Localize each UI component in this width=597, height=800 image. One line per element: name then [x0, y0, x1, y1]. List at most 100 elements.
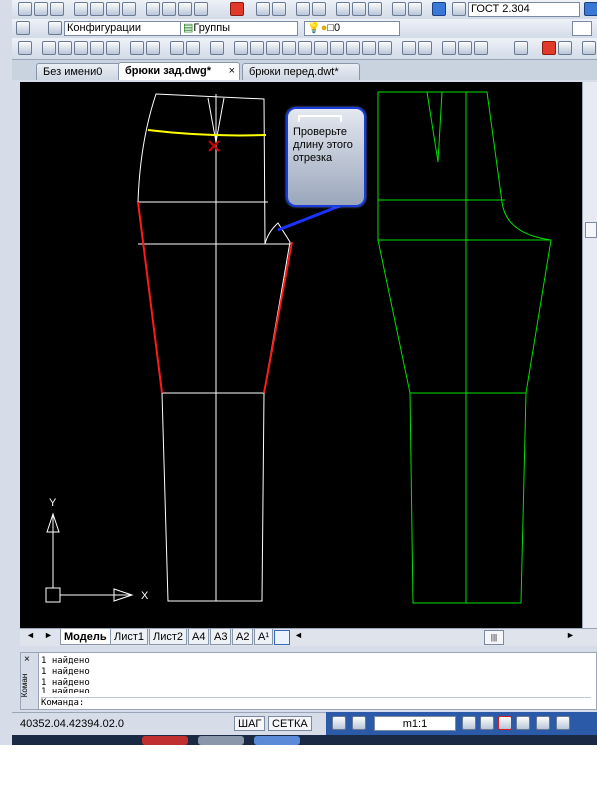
- zoom-previous-icon[interactable]: [352, 2, 366, 16]
- tolerance-icon[interactable]: [210, 41, 224, 55]
- text-style-dropdown[interactable]: ГОСТ 2.304: [468, 2, 580, 17]
- polyline-icon[interactable]: [266, 41, 280, 55]
- annotation-scale-dropdown[interactable]: m1:1: [374, 716, 456, 731]
- open-file-icon[interactable]: [34, 2, 48, 16]
- grid-toggle-button[interactable]: СЕТКА: [268, 716, 312, 731]
- tab-bez-imeni[interactable]: Без имени0: [36, 63, 128, 80]
- zoom-window-status-icon[interactable]: [498, 716, 512, 730]
- pan-icon[interactable]: [296, 2, 310, 16]
- rectangle-icon[interactable]: [298, 41, 312, 55]
- taskbar-app-button[interactable]: [254, 736, 300, 745]
- paste-icon[interactable]: [178, 2, 192, 16]
- layout-prev-icon[interactable]: ◄: [26, 630, 35, 640]
- layout-list-icon[interactable]: [274, 630, 290, 645]
- annotation-visibility-icon[interactable]: [462, 716, 476, 730]
- model-space-icon[interactable]: [332, 716, 346, 730]
- tab-label: Модель: [64, 631, 107, 643]
- hscroll-right-icon[interactable]: ►: [566, 630, 575, 640]
- groups-dropdown[interactable]: ▤Группы: [180, 21, 298, 36]
- refresh-icon[interactable]: [536, 716, 550, 730]
- linear-dimension-icon[interactable]: [42, 41, 56, 55]
- layer-dropdown[interactable]: 💡●□0: [304, 21, 400, 36]
- taskbar-app-button[interactable]: [142, 736, 188, 745]
- ellipse-icon[interactable]: [378, 41, 392, 55]
- copy-object-icon[interactable]: [558, 41, 572, 55]
- spline-icon[interactable]: [362, 41, 376, 55]
- layout-next-icon[interactable]: ►: [44, 630, 53, 640]
- zoom-window-icon[interactable]: [336, 2, 350, 16]
- hscroll-left-icon[interactable]: ◄: [294, 630, 303, 640]
- radius-icon[interactable]: [106, 41, 120, 55]
- tab-model[interactable]: Модель: [60, 629, 111, 645]
- hatch-icon[interactable]: [458, 41, 472, 55]
- tab-bryuki-zad[interactable]: брюки зад.dwg* ×: [118, 62, 240, 80]
- polygon-icon[interactable]: [282, 41, 296, 55]
- dimension-style-icon[interactable]: [584, 2, 597, 16]
- save-icon[interactable]: [50, 2, 64, 16]
- print-icon[interactable]: [74, 2, 88, 16]
- viewport-icon[interactable]: [352, 716, 366, 730]
- cut-icon[interactable]: [146, 2, 160, 16]
- undo-icon[interactable]: [256, 2, 270, 16]
- tab-list1[interactable]: Лист1: [110, 629, 149, 645]
- angular-icon[interactable]: [130, 41, 144, 55]
- region-icon[interactable]: [514, 41, 528, 55]
- mirror-icon[interactable]: [582, 41, 596, 55]
- zoom-extents-icon[interactable]: [368, 2, 382, 16]
- command-prompt-input[interactable]: Команда:: [41, 697, 591, 708]
- text-style-icon[interactable]: [452, 2, 466, 16]
- back-piece-outline: [137, 93, 291, 602]
- full-screen-icon[interactable]: [556, 716, 570, 730]
- object-snap-icon[interactable]: [18, 41, 32, 55]
- taskbar-app-button[interactable]: [198, 736, 244, 745]
- pencil-icon[interactable]: [408, 2, 422, 16]
- hscroll-thumb[interactable]: |||: [484, 630, 504, 645]
- close-tab-icon[interactable]: ×: [229, 63, 235, 80]
- color-dropdown[interactable]: [572, 21, 592, 36]
- layer-state-icon[interactable]: [16, 21, 30, 35]
- arc-icon[interactable]: [314, 41, 328, 55]
- circle-icon[interactable]: [330, 41, 344, 55]
- delete-icon[interactable]: [230, 2, 244, 16]
- tab-a4[interactable]: A4: [188, 629, 210, 645]
- configuration-dropdown[interactable]: Конфигурации: [64, 21, 182, 36]
- gradient-icon[interactable]: [474, 41, 488, 55]
- copy-icon[interactable]: [162, 2, 176, 16]
- snap-toggle-button[interactable]: ШАГ: [234, 716, 266, 731]
- insert-block-icon[interactable]: [402, 41, 416, 55]
- preview-icon[interactable]: [90, 2, 104, 16]
- zoom-realtime-icon[interactable]: [312, 2, 326, 16]
- vertical-scroll-thumb[interactable]: [585, 222, 597, 238]
- new-file-icon[interactable]: [18, 2, 32, 16]
- ordinate-icon[interactable]: [90, 41, 104, 55]
- baseline-icon[interactable]: [170, 41, 184, 55]
- tab-a2[interactable]: A2: [232, 629, 254, 645]
- match-properties-icon[interactable]: [194, 2, 208, 16]
- close-command-icon[interactable]: ×: [24, 654, 30, 665]
- configuration-icon[interactable]: [48, 21, 62, 35]
- quick-dimension-icon[interactable]: [146, 41, 160, 55]
- zoom-icon[interactable]: [480, 716, 494, 730]
- point-icon[interactable]: [442, 41, 456, 55]
- publish-icon[interactable]: [106, 2, 120, 16]
- zoom-extents-status-icon[interactable]: [516, 716, 530, 730]
- line-icon[interactable]: [234, 41, 248, 55]
- spell-icon[interactable]: [122, 2, 136, 16]
- arc-length-icon[interactable]: [74, 41, 88, 55]
- erase-icon[interactable]: [542, 41, 556, 55]
- construction-line-icon[interactable]: [250, 41, 264, 55]
- tab-a1[interactable]: A¹: [254, 629, 273, 645]
- redo-icon[interactable]: [272, 2, 286, 16]
- distance-icon[interactable]: [392, 2, 406, 16]
- tab-a3[interactable]: A3: [210, 629, 232, 645]
- aligned-dimension-icon[interactable]: [58, 41, 72, 55]
- continue-icon[interactable]: [186, 41, 200, 55]
- help-icon[interactable]: [432, 2, 446, 16]
- revcloud-icon[interactable]: [346, 41, 360, 55]
- make-block-icon[interactable]: [418, 41, 432, 55]
- tab-list2[interactable]: Лист2: [149, 629, 188, 645]
- tab-bryuki-pered[interactable]: брюки перед.dwt*: [242, 63, 360, 80]
- vertical-scrollbar[interactable]: [582, 82, 597, 628]
- drawing-canvas[interactable]: Y X Проверьте длину этого отрезка: [20, 82, 582, 628]
- command-window-handle[interactable]: × Коман: [20, 653, 39, 709]
